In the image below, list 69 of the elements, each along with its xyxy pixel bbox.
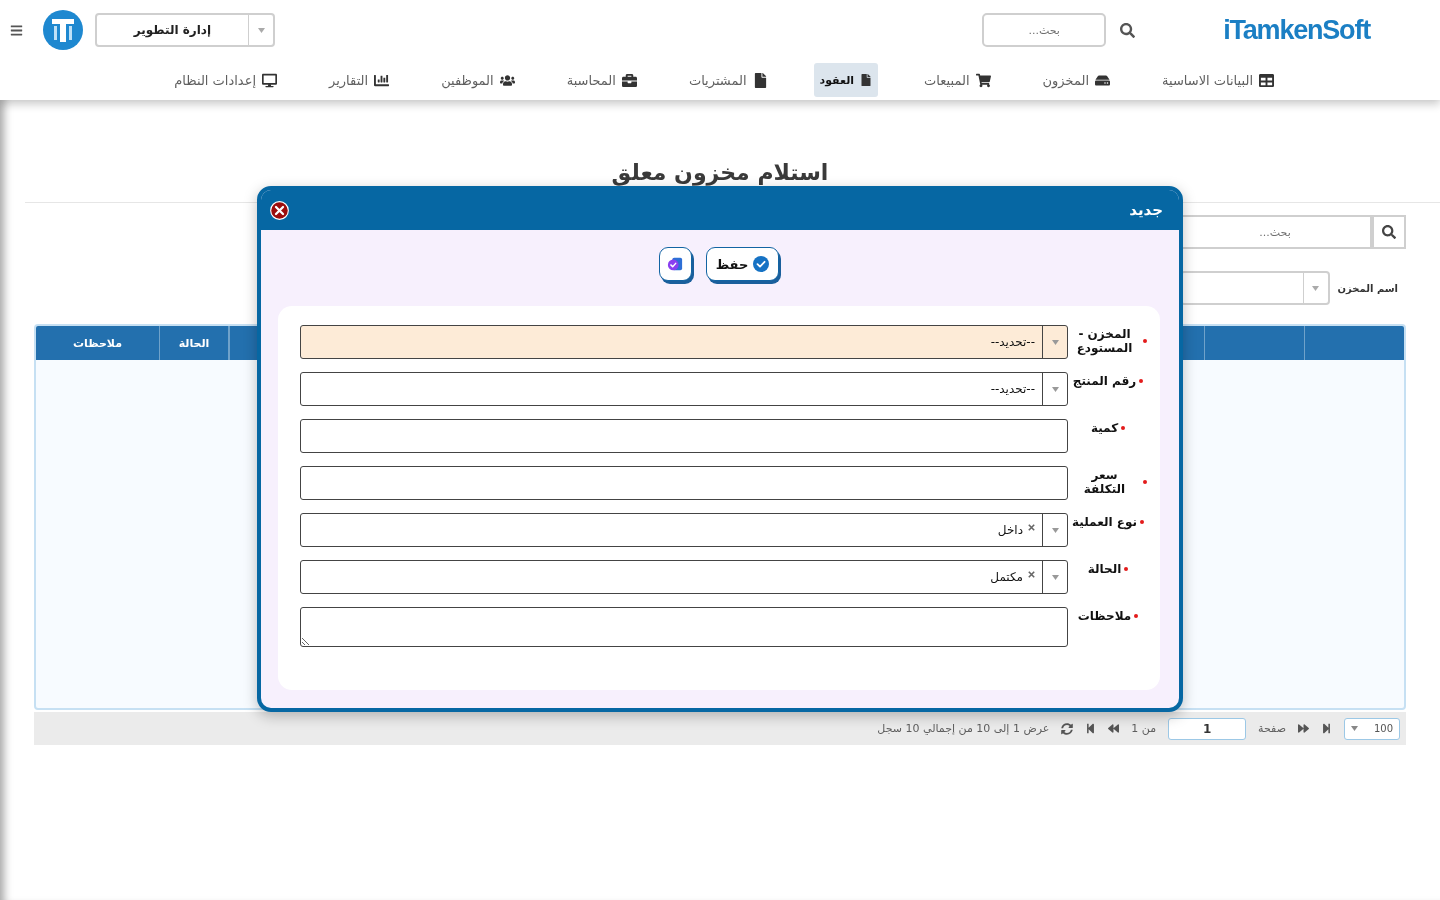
nav-item[interactable]: الموظفين [435,63,521,97]
search-button[interactable] [1372,215,1406,249]
monitor-icon [262,72,278,88]
file-icon [860,74,873,86]
dialog-title: جديد [1129,201,1163,219]
caret-icon [1051,527,1059,533]
clipboard-check-icon [667,256,684,272]
select-field[interactable]: داخل [300,513,1068,547]
page-label: صفحة [1258,722,1286,735]
caret-icon [1051,386,1059,392]
caret-icon [1351,726,1358,731]
filter-label: اسم المخزن [1337,282,1398,294]
select-field[interactable]: --تحديد-- [300,372,1068,406]
nav-item[interactable]: إعدادات النظام [168,63,284,97]
bar-chart-icon [374,72,390,88]
logo-icon [43,10,83,50]
field-label: رقم المنتج [1072,374,1137,388]
page-size-select[interactable]: 100 [1344,717,1400,740]
page-count: من 1 [1131,722,1157,735]
briefcase-icon [621,72,637,88]
cart-icon [975,72,991,88]
select-field[interactable]: --تحديد-- [300,325,1068,359]
clear-icon[interactable] [1028,570,1035,578]
search-icon[interactable] [1120,22,1136,38]
field-label: كمية [1090,421,1119,435]
field-label: نوع العملية [1072,515,1137,529]
search-field[interactable]: بحث... [982,13,1107,47]
nav-item[interactable]: البيانات الاساسية [1156,63,1280,97]
field-label: سعر التكلفة [1082,468,1127,496]
field-label: المخزن - المستودع [1075,327,1134,355]
caret-icon [1051,574,1059,580]
select-field[interactable]: مكتمل [300,560,1068,594]
column-header: الحالة [160,326,229,360]
skip-icon[interactable] [1085,723,1097,734]
page-title: استلام مخزون معلق [610,160,830,188]
field-label: ملاحظات [1077,609,1132,623]
check-circle-icon [753,256,770,272]
refresh-icon[interactable] [1061,722,1074,735]
nav-item[interactable]: المشتريات [682,63,774,97]
nav-item[interactable]: المحاسبة [560,63,643,97]
nav-item[interactable]: المخزون [1036,63,1116,97]
search-field[interactable]: بحث... [1180,215,1372,249]
double-arrow-icon[interactable] [1298,723,1309,734]
text-field[interactable] [300,419,1068,453]
close-icon[interactable] [270,200,289,220]
clipboard-check-button[interactable] [658,247,692,281]
nav-item[interactable]: العقود [813,63,879,97]
users-icon [499,72,515,88]
page-input[interactable]: 1 [1168,717,1247,740]
textarea-field[interactable] [300,607,1068,647]
pagination-summary: عرض 1 إلى 10 من إجمالي 10 سجل [877,722,1050,735]
file-icon [752,72,768,88]
caret-icon [257,27,265,33]
nav-item[interactable]: التقارير [323,63,396,97]
field-label: الحالة [1087,562,1122,576]
save-button[interactable]: حفظ [705,247,780,281]
nav-item[interactable]: المبيعات [918,63,997,97]
text-field[interactable] [300,466,1068,500]
caret-icon [1312,285,1320,291]
clear-icon[interactable] [1028,523,1035,531]
caret-icon [1051,339,1059,345]
skip-icon[interactable] [1321,723,1332,734]
menu-icon[interactable] [10,23,23,37]
column-header: ملاحظات [36,326,160,360]
department-select[interactable]: إدارة التطوير [95,13,275,47]
brand-name: iTamkenSoft [1223,14,1370,46]
table-icon [1259,72,1274,88]
double-arrow-icon[interactable] [1108,723,1120,734]
search-icon [1382,225,1396,239]
